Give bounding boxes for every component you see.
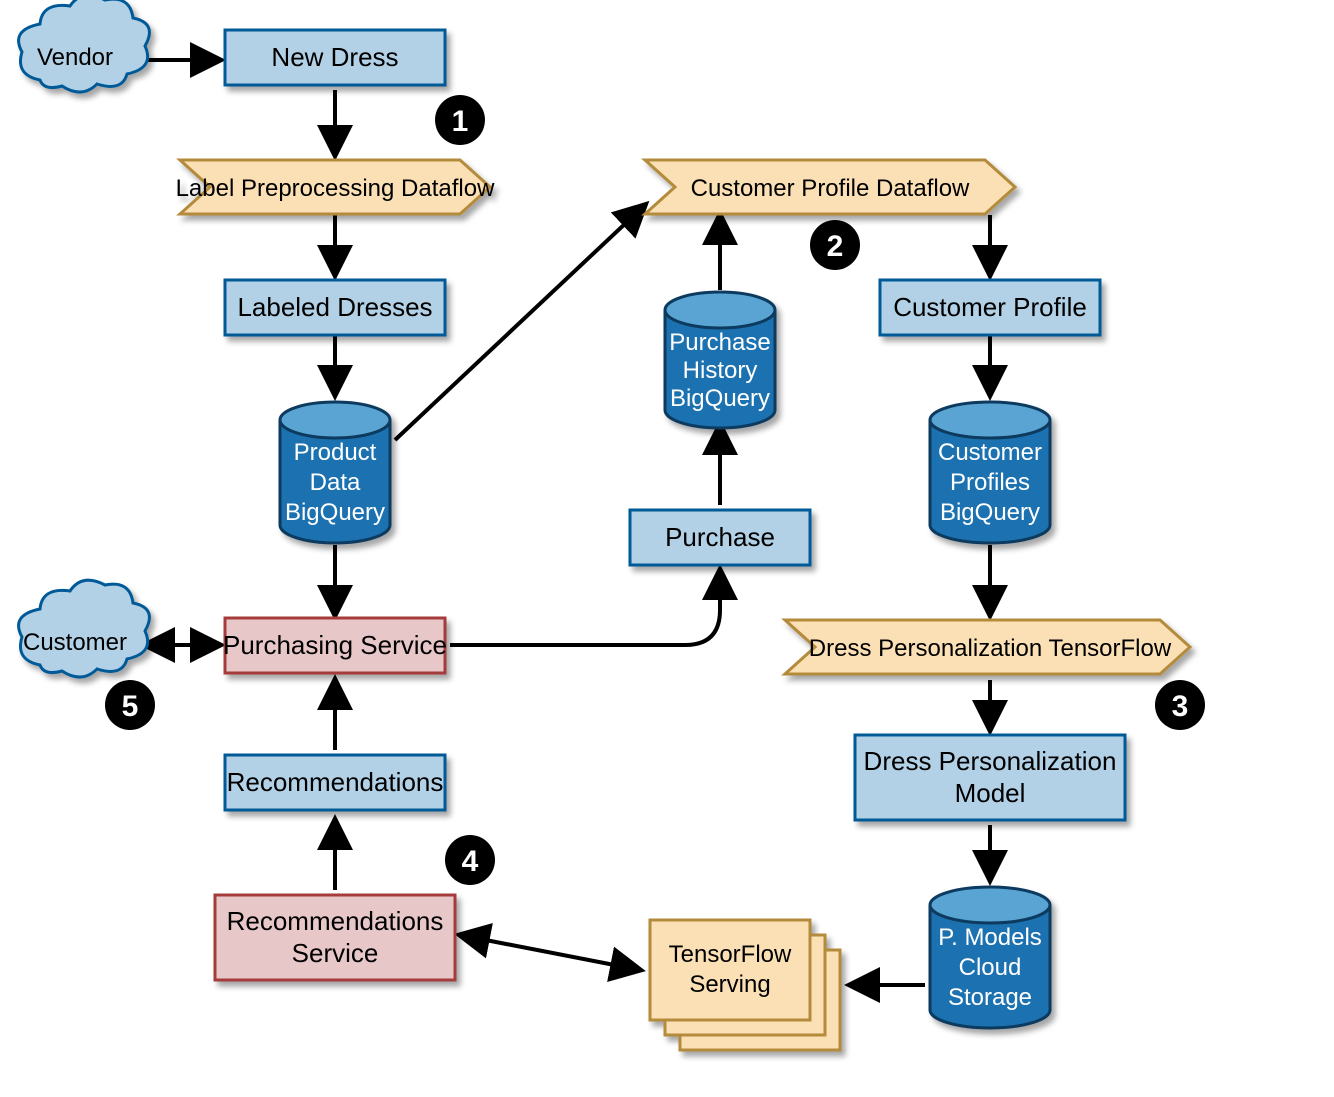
- badge-2: 2: [810, 220, 860, 270]
- cloud-customer: Customer: [19, 580, 150, 677]
- pipe-dress-personalization-tf-label: Dress Personalization TensorFlow: [809, 635, 1172, 662]
- cloud-vendor: Vendor: [19, 0, 150, 92]
- badge-4: 4: [445, 835, 495, 885]
- pipe-label-preprocessing-label: Label Preprocessing Dataflow: [176, 175, 496, 202]
- cylinder-customer-profiles-l2: Profiles: [950, 469, 1030, 496]
- cylinder-purchase-history: Purchase History BigQuery: [665, 292, 775, 428]
- badge-5: 5: [105, 680, 155, 730]
- cylinder-purchase-history-l2: History: [683, 357, 758, 384]
- box-new-dress-label: New Dress: [271, 42, 398, 72]
- cylinder-p-models-l3: Storage: [948, 984, 1032, 1011]
- box-purchase-label: Purchase: [665, 522, 775, 552]
- arrow-recservice-tfserving: [460, 935, 640, 970]
- cloud-customer-label: Customer: [23, 629, 127, 656]
- cylinder-p-models-l2: Cloud: [959, 954, 1022, 981]
- box-recommendations-service-l1: Recommendations: [227, 906, 444, 936]
- pipe-label-preprocessing: Label Preprocessing Dataflow: [176, 160, 496, 214]
- arrow-purchasing-purchase: [450, 570, 720, 645]
- box-recommendations-service-l2: Service: [292, 938, 379, 968]
- box-labeled-dresses-label: Labeled Dresses: [237, 292, 432, 322]
- badge-2-label: 2: [827, 230, 844, 263]
- cylinder-product-data-l3: BigQuery: [285, 499, 385, 526]
- box-recommendations-label: Recommendations: [227, 767, 444, 797]
- pipe-customer-profile-dataflow-label: Customer Profile Dataflow: [691, 175, 970, 202]
- badge-3-label: 3: [1172, 690, 1189, 723]
- cylinder-product-data: Product Data BigQuery: [280, 402, 390, 543]
- cylinder-purchase-history-l3: BigQuery: [670, 385, 770, 412]
- box-customer-profile-label: Customer Profile: [893, 292, 1087, 322]
- badge-1: 1: [435, 95, 485, 145]
- cylinder-product-data-l2: Data: [310, 469, 361, 496]
- pipe-customer-profile-dataflow: Customer Profile Dataflow: [645, 160, 1015, 214]
- cylinder-customer-profiles: Customer Profiles BigQuery: [930, 402, 1050, 543]
- badge-1-label: 1: [452, 105, 469, 138]
- box-dress-pers-model-l2: Model: [955, 778, 1026, 808]
- badge-4-label: 4: [462, 845, 479, 878]
- cylinder-p-models: P. Models Cloud Storage: [930, 887, 1050, 1028]
- cylinder-purchase-history-l1: Purchase: [669, 329, 770, 356]
- cylinder-product-data-l1: Product: [294, 439, 377, 466]
- cylinder-p-models-l1: P. Models: [938, 924, 1042, 951]
- cloud-vendor-label: Vendor: [37, 44, 113, 71]
- box-purchasing-service-label: Purchasing Service: [223, 630, 447, 660]
- badge-5-label: 5: [122, 690, 139, 723]
- pipe-dress-personalization-tf: Dress Personalization TensorFlow: [785, 620, 1190, 674]
- cylinder-customer-profiles-l3: BigQuery: [940, 499, 1040, 526]
- box-tensorflow-serving-l1: TensorFlow: [669, 941, 792, 968]
- box-tensorflow-serving: TensorFlow Serving: [650, 920, 840, 1050]
- badge-3: 3: [1155, 680, 1205, 730]
- box-tensorflow-serving-l2: Serving: [689, 971, 770, 998]
- box-dress-pers-model-l1: Dress Personalization: [864, 746, 1117, 776]
- cylinder-customer-profiles-l1: Customer: [938, 439, 1042, 466]
